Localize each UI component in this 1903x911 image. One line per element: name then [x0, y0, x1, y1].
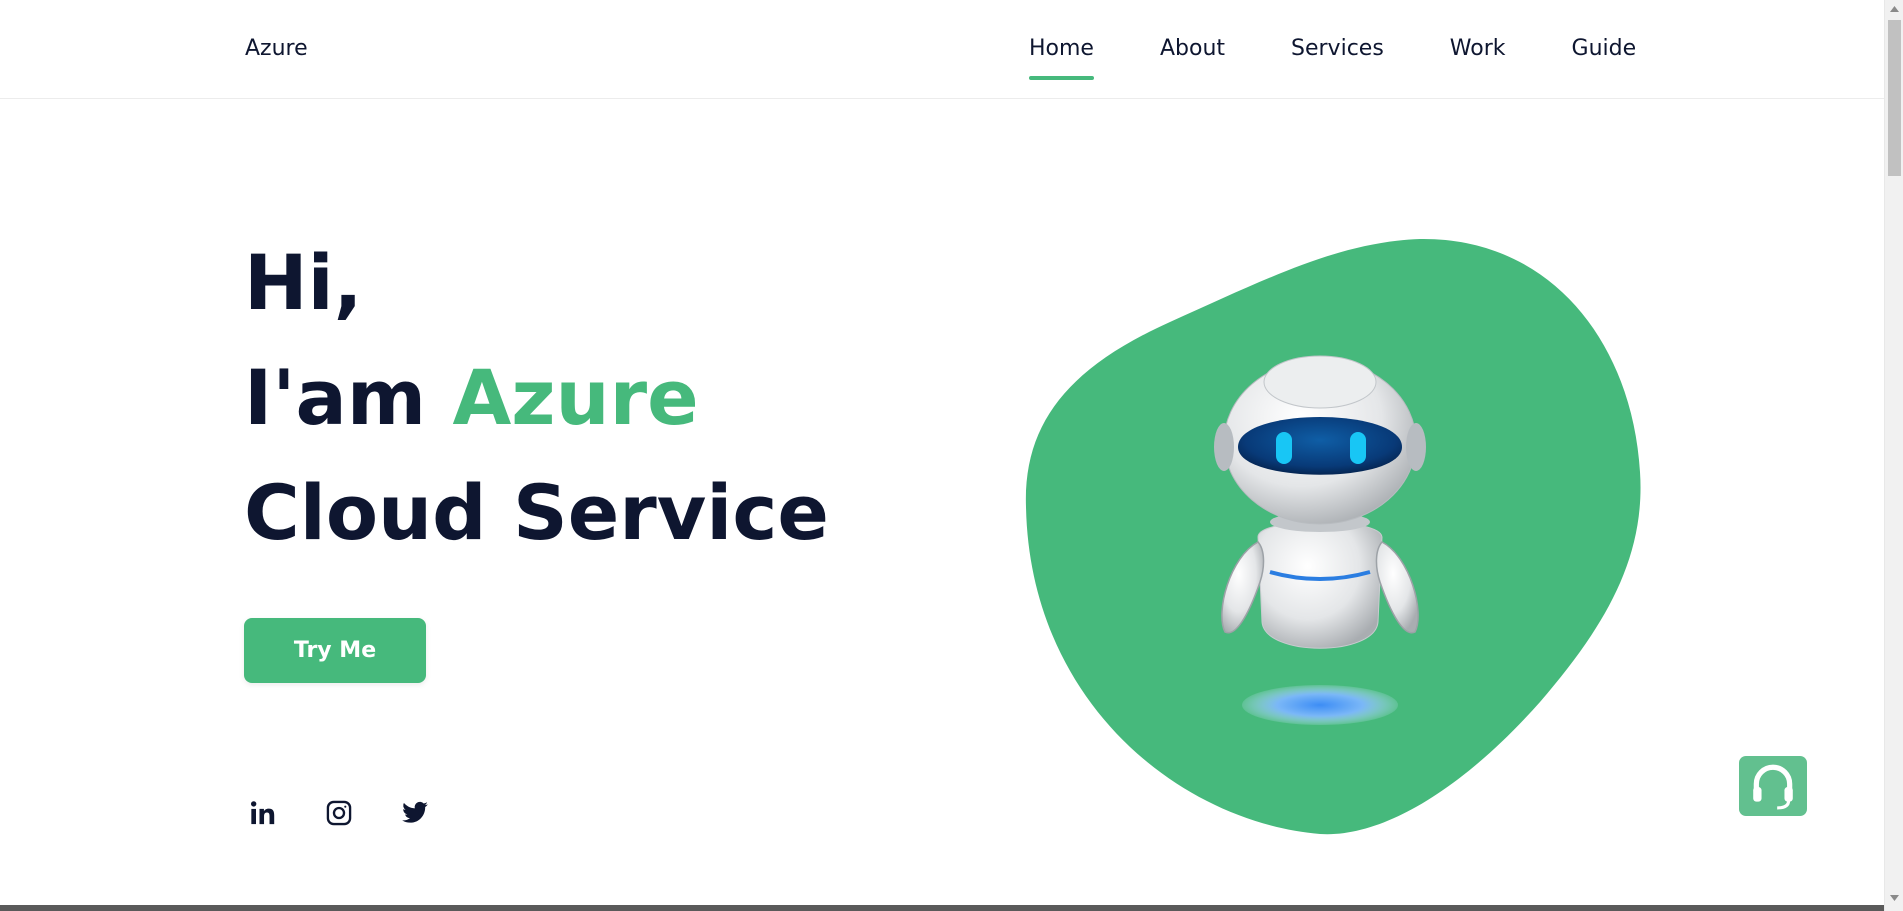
social-links: [246, 796, 432, 830]
nav-home[interactable]: Home: [1029, 36, 1094, 80]
linkedin-icon[interactable]: [246, 796, 280, 830]
robot-hover-glow: [1242, 685, 1398, 725]
robot-visor: [1238, 417, 1402, 475]
try-me-button[interactable]: Try Me: [244, 618, 426, 683]
twitter-icon[interactable]: [398, 796, 432, 830]
support-chat-button[interactable]: [1739, 756, 1807, 816]
site-header: Azure Home About Services Work Guide: [0, 0, 1884, 99]
nav-work[interactable]: Work: [1450, 36, 1506, 61]
hero-line-3: Cloud Service: [244, 468, 829, 557]
window-bottom-edge: [0, 905, 1884, 911]
instagram-icon[interactable]: [322, 796, 356, 830]
vertical-scrollbar[interactable]: [1884, 0, 1903, 911]
logo[interactable]: Azure: [245, 36, 308, 61]
headset-icon: [1753, 764, 1793, 810]
page: Azure Home About Services Work Guide Hi,…: [0, 0, 1903, 911]
hero-line-2: I'am Azure: [244, 340, 829, 455]
nav-services[interactable]: Services: [1291, 36, 1384, 61]
hero-illustration: [1020, 232, 1650, 840]
robot-body: [1257, 521, 1383, 649]
hero-title: Hi, I'am Azure Cloud Service: [244, 225, 829, 570]
robot-right-eye: [1350, 432, 1366, 464]
scroll-thumb[interactable]: [1888, 20, 1901, 176]
nav-guide[interactable]: Guide: [1572, 36, 1637, 61]
robot-left-eye: [1276, 432, 1292, 464]
hero-line-2-prefix: I'am: [244, 353, 453, 442]
scroll-down-arrow-icon[interactable]: [1885, 889, 1903, 907]
main-nav: Home About Services Work Guide: [1029, 36, 1637, 80]
hero-line-1: Hi,: [244, 238, 363, 327]
hero-brand-name: Azure: [452, 353, 699, 442]
scroll-up-arrow-icon[interactable]: [1885, 0, 1903, 18]
nav-about[interactable]: About: [1160, 36, 1225, 61]
